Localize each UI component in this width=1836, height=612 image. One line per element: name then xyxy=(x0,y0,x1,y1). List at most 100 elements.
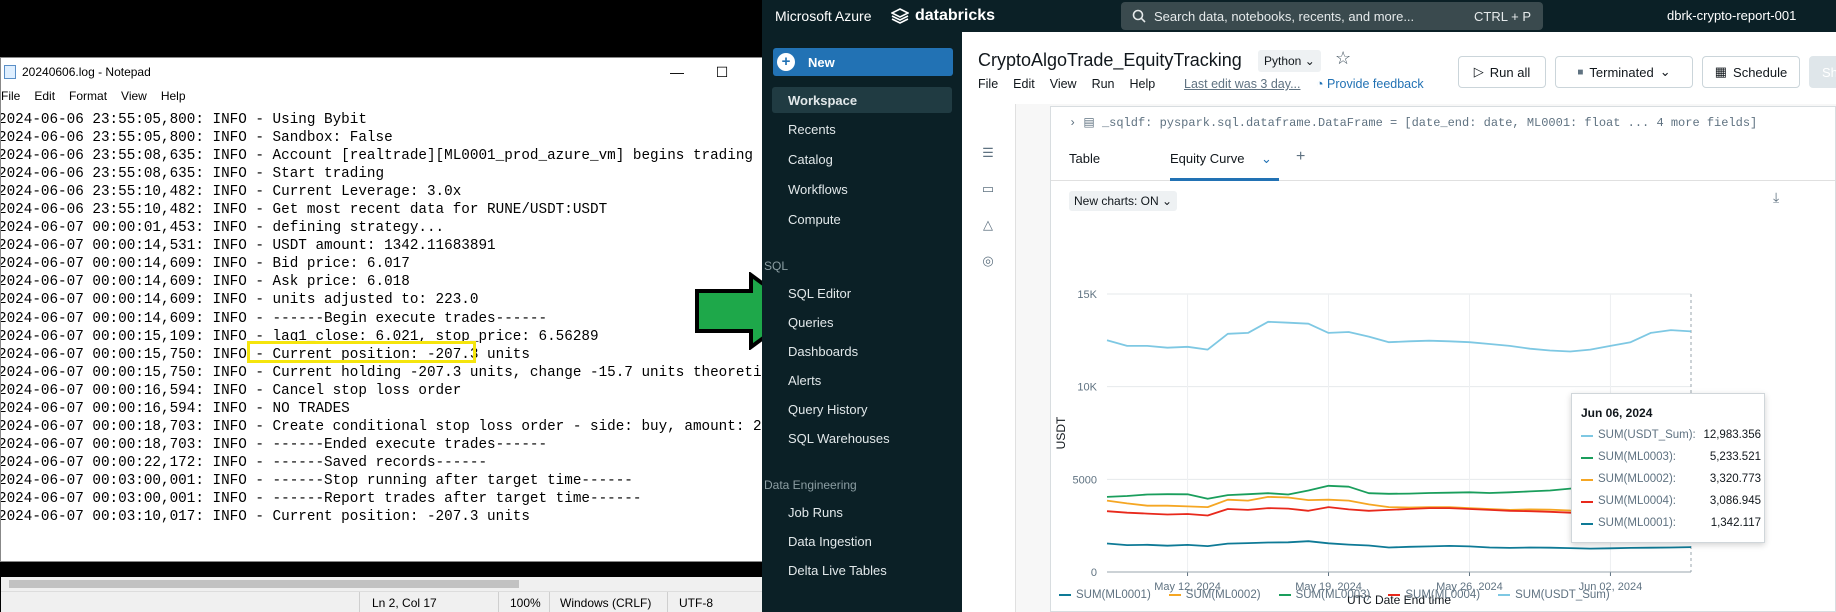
notebook-title[interactable]: CryptoAlgoTrade_EquityTracking xyxy=(978,50,1242,71)
schedule-button[interactable]: ▦ Schedule xyxy=(1702,56,1800,88)
sidebar-item-job-runs[interactable]: Job Runs xyxy=(788,502,843,522)
sidebar-section-data-engineering: Data Engineering xyxy=(764,478,857,492)
language-selector[interactable]: Python ⌄ xyxy=(1258,50,1321,72)
databricks-logo-icon xyxy=(891,8,909,24)
nb-menu-file[interactable]: File xyxy=(978,77,998,91)
legend-item[interactable]: SUM(USDT_Sum) xyxy=(1498,589,1610,601)
log-line: 2024-06-07 00:00:18,703: INFO - Create c… xyxy=(1,418,776,435)
y-axis-label: USDT xyxy=(1054,416,1068,449)
last-edit-link[interactable]: Last edit was 3 day... xyxy=(1184,77,1301,91)
menu-edit[interactable]: Edit xyxy=(27,89,62,103)
log-line: 2024-06-07 00:00:16,594: INFO - Cancel s… xyxy=(1,382,462,399)
y-tick-label: 10K xyxy=(1077,382,1097,394)
chart-legend: SUM(ML0001) SUM(ML0002) SUM(ML0003) SUM(ML0… xyxy=(1059,589,1610,601)
menu-view[interactable]: View xyxy=(114,89,154,103)
legend-swatch xyxy=(1278,594,1291,596)
chart-tooltip: Jun 06, 2024 SUM(USDT_Sum): 12,983.356 SU… xyxy=(1571,393,1765,543)
log-line: 2024-06-07 00:00:18,703: INFO - ------En… xyxy=(1,436,548,453)
menu-file[interactable]: File xyxy=(1,89,27,103)
legend-label: SUM(ML0001) xyxy=(1076,589,1151,601)
status-encoding: UTF-8 xyxy=(679,596,713,610)
language-label: Python xyxy=(1264,54,1302,68)
minimize-button[interactable]: — xyxy=(656,58,698,86)
notebook-header: CryptoAlgoTrade_EquityTracking Python ⌄ … xyxy=(962,32,1836,104)
screen: 20240606.log - Notepad — ☐ ✕ File Edit F… xyxy=(0,0,1836,612)
workspace-selector[interactable]: dbrk-crypto-report-001 xyxy=(1667,8,1796,23)
log-line: 2024-06-06 23:55:10,482: INFO - Get most… xyxy=(1,202,608,219)
legend-item[interactable]: SUM(ML0004) xyxy=(1388,589,1480,601)
tooltip-swatch xyxy=(1581,457,1593,459)
y-tick-label: 5000 xyxy=(1073,474,1097,486)
global-search-input[interactable]: Search data, notebooks, recents, and mor… xyxy=(1121,2,1543,30)
sidebar-item-workspace[interactable]: Workspace xyxy=(772,87,952,113)
run-all-button[interactable]: ▷ Run all xyxy=(1458,56,1546,88)
sidebar-item-sql-editor[interactable]: SQL Editor xyxy=(788,283,851,303)
log-line: 2024-06-07 00:00:14,609: INFO - Bid pric… xyxy=(1,256,410,273)
menu-format[interactable]: Format xyxy=(62,89,114,103)
sidebar-item-dashboards[interactable]: Dashboards xyxy=(788,341,858,361)
legend-item[interactable]: SUM(ML0001) xyxy=(1059,589,1151,601)
new-button[interactable]: + New xyxy=(773,48,953,76)
tooltip-row: SUM(ML0004): 3,086.945 xyxy=(1581,494,1761,510)
horizontal-scroll-thumb[interactable] xyxy=(9,580,519,588)
legend-label: SUM(ML0003) xyxy=(1295,589,1371,601)
tooltip-row: SUM(ML0001): 1,342.117 xyxy=(1581,516,1761,532)
search-placeholder: Search data, notebooks, recents, and mor… xyxy=(1154,9,1415,24)
databricks-logo[interactable]: databricks xyxy=(891,7,995,25)
sidebar-item-workflows[interactable]: Workflows xyxy=(788,179,848,199)
notepad-title-bar[interactable]: 20240606.log - Notepad — ☐ ✕ xyxy=(1,58,786,86)
tooltip-swatch xyxy=(1581,501,1593,503)
cluster-selector[interactable]: ■ Terminated ⌄ xyxy=(1555,56,1693,88)
assistant-icon[interactable]: ◎ xyxy=(979,252,997,270)
chevron-down-icon: ⌄ xyxy=(1304,54,1315,68)
table-of-contents-icon[interactable]: ☰ xyxy=(979,144,997,162)
legend-label: SUM(USDT_Sum) xyxy=(1515,589,1610,601)
legend-swatch xyxy=(1168,594,1181,596)
sidebar-item-sql-warehouses[interactable]: SQL Warehouses xyxy=(788,428,890,448)
sidebar-item-recents[interactable]: Recents xyxy=(788,119,836,139)
log-line: 2024-06-07 00:03:00,001: INFO - ------St… xyxy=(1,472,633,489)
new-button-label: New xyxy=(808,55,835,70)
maximize-button[interactable]: ☐ xyxy=(701,58,743,86)
legend-item[interactable]: SUM(ML0002) xyxy=(1168,589,1261,601)
search-icon xyxy=(1132,9,1146,23)
legend-label: SUM(ML0002) xyxy=(1185,589,1261,601)
notebook-menu: File Edit View Run Help xyxy=(978,77,1155,91)
usdt-amount-highlight xyxy=(247,341,476,363)
sidebar-item-compute[interactable]: Compute xyxy=(788,209,841,229)
sidebar-item-catalog[interactable]: Catalog xyxy=(788,149,833,169)
star-icon[interactable]: ☆ xyxy=(1335,48,1351,69)
horizontal-scrollbar[interactable]: ▶ xyxy=(1,577,774,591)
sidebar-item-query-history[interactable]: Query History xyxy=(788,399,867,419)
legend-item[interactable]: SUM(ML0003) xyxy=(1278,589,1371,601)
feedback-icon: ◔ xyxy=(1316,77,1324,91)
log-line: 2024-06-06 23:55:08,635: INFO - Account … xyxy=(1,148,753,165)
nb-menu-edit[interactable]: Edit xyxy=(1013,77,1035,91)
provide-feedback-link[interactable]: ◔ Provide feedback xyxy=(1316,77,1424,91)
log-line: 2024-06-06 23:55:05,800: INFO - Sandbox:… xyxy=(1,130,393,147)
tooltip-row: SUM(ML0003): 5,233.521 xyxy=(1581,450,1761,466)
log-line: 2024-06-06 23:55:05,800: INFO - Using By… xyxy=(1,112,367,128)
shapes-icon[interactable]: △ xyxy=(979,216,997,234)
sidebar-item-alerts[interactable]: Alerts xyxy=(788,370,821,390)
schedule-label: Schedule xyxy=(1733,64,1788,80)
nb-menu-run[interactable]: Run xyxy=(1092,77,1115,91)
azure-brand: Microsoft Azure xyxy=(775,8,872,24)
folder-icon[interactable]: ▭ xyxy=(979,180,997,198)
sidebar-item-data-ingestion[interactable]: Data Ingestion xyxy=(788,531,872,551)
notepad-text-area[interactable]: 2024-06-06 23:55:05,800: INFO - Using By… xyxy=(1,109,776,583)
databricks-logo-text: databricks xyxy=(915,7,996,24)
sidebar-item-queries[interactable]: Queries xyxy=(788,312,834,332)
nb-menu-view[interactable]: View xyxy=(1050,77,1077,91)
chevron-down-icon: ⌄ xyxy=(1659,64,1671,79)
log-line: 2024-06-07 00:03:00,001: INFO - ------Re… xyxy=(1,490,642,507)
sidebar-item-delta-live-tables[interactable]: Delta Live Tables xyxy=(788,560,887,580)
log-line: 2024-06-07 00:00:14,531: INFO - USDT amo… xyxy=(1,238,496,255)
log-line: 2024-06-07 00:03:10,017: INFO - Current … xyxy=(1,509,530,526)
share-button[interactable]: Share xyxy=(1809,56,1836,88)
notepad-icon xyxy=(4,65,16,79)
nb-menu-help[interactable]: Help xyxy=(1130,77,1156,91)
notebook-cell: › ▤ _sqldf: pyspark.sql.dataframe.DataFr… xyxy=(1050,106,1836,612)
y-tick-label: 0 xyxy=(1091,567,1097,579)
menu-help[interactable]: Help xyxy=(154,89,193,103)
